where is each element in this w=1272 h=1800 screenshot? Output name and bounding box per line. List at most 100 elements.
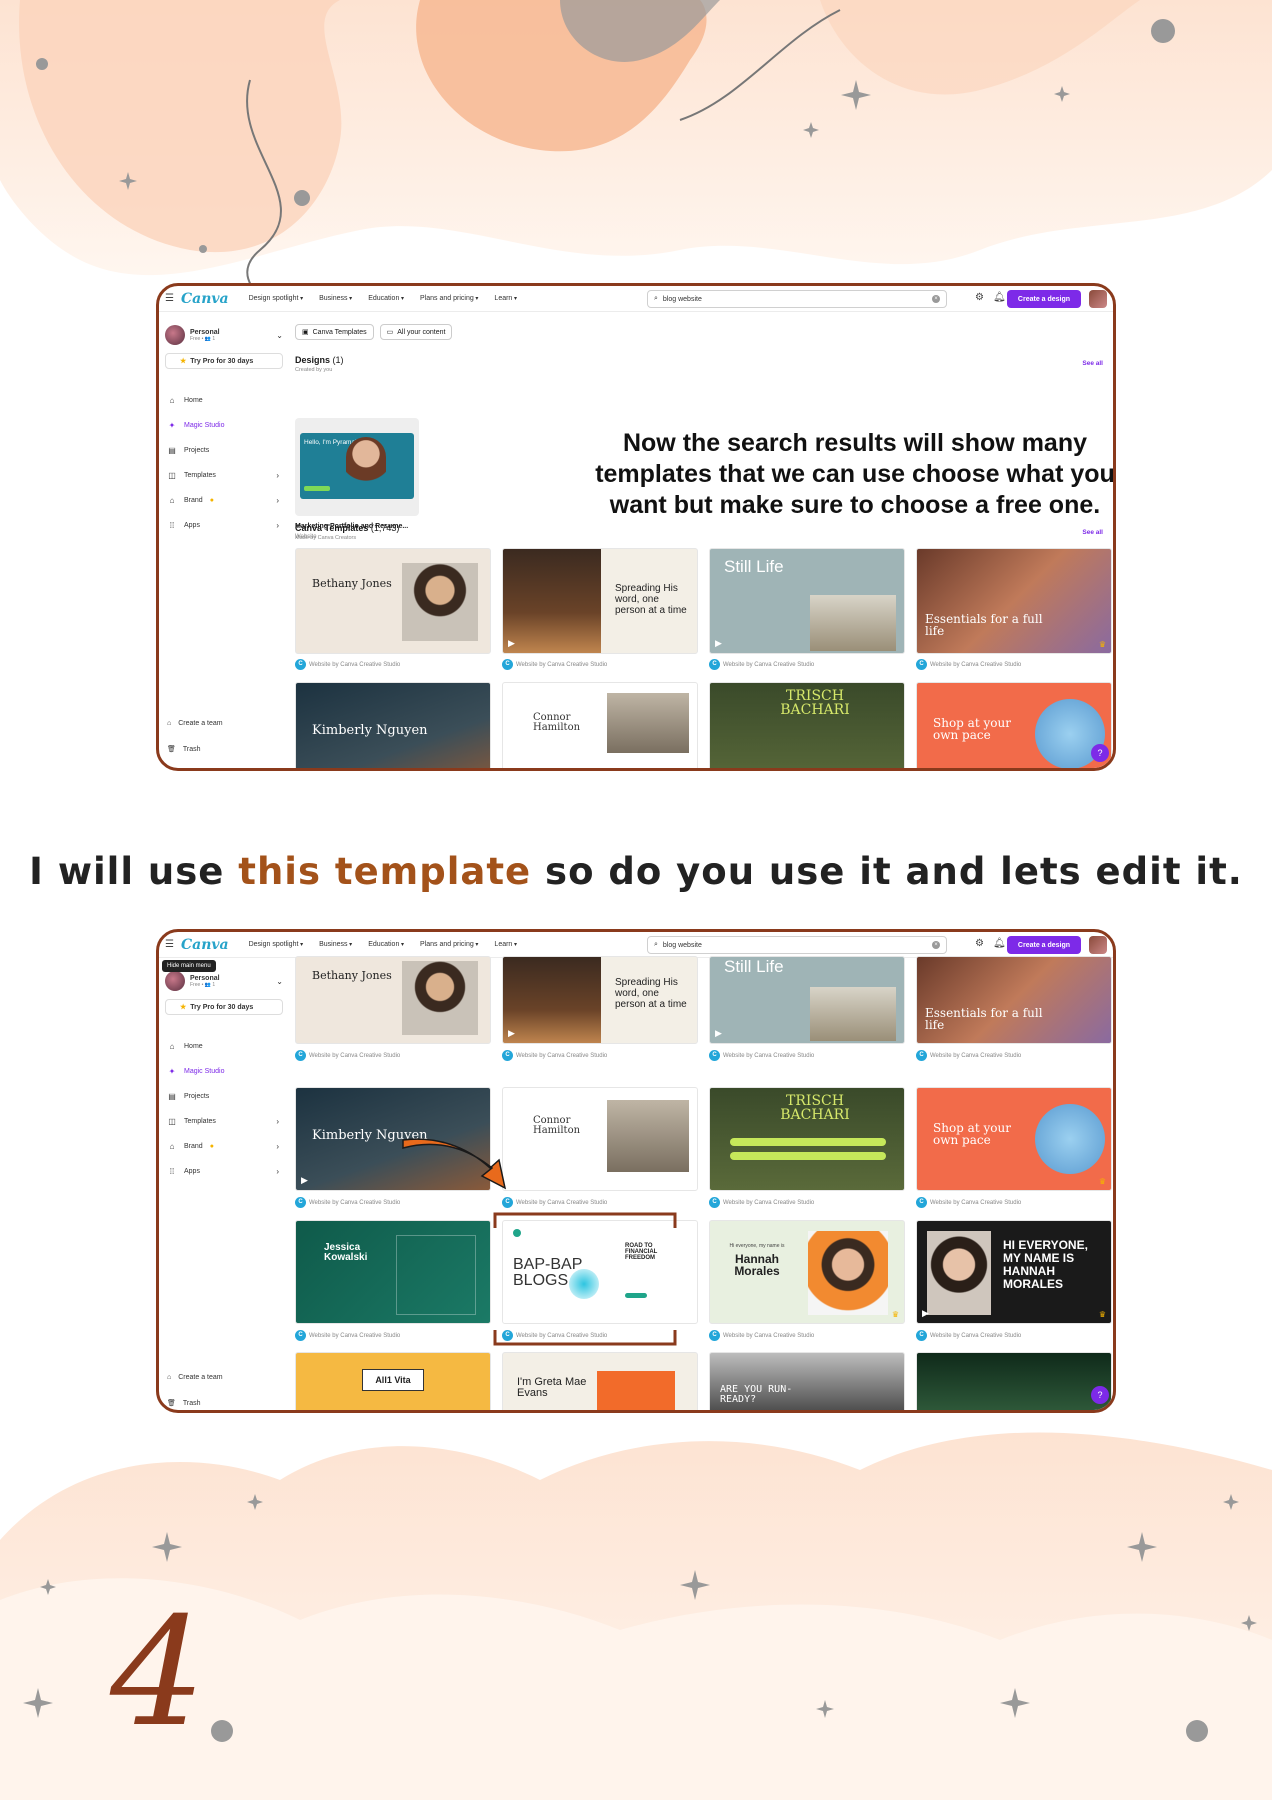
template-byline: C Website by Canva Creative Studio [502, 1330, 607, 1341]
sidebar-item-projects[interactable]: ▤ Projects [167, 438, 279, 463]
sidebar-item-templates[interactable]: ◫ Templates › [167, 463, 279, 488]
nav-learn[interactable]: Learn [494, 295, 517, 302]
byline-text: Website by Canva Creative Studio [930, 661, 1022, 668]
landscape-image [607, 1100, 689, 1172]
heading-highlight: this template [238, 850, 532, 893]
bell-icon[interactable]: 🔔︎ [993, 938, 1006, 949]
settings-icon[interactable]: ⚙ [975, 938, 984, 949]
canva-icon: C [295, 659, 306, 670]
apps-icon: ⁞⁞ [169, 521, 175, 530]
create-design-button[interactable]: Create a design [1007, 290, 1081, 308]
sidebar-item-label: Templates [184, 1118, 216, 1125]
sidebar-item-templates[interactable]: ◫ Templates › [167, 1109, 279, 1134]
template-thumbnail: Shop at your own pace [916, 682, 1112, 768]
template-thumbnail: Essentials for a full life ♛ [916, 548, 1112, 654]
sidebar-item-brand[interactable]: ⌂ Brand ● › [167, 1134, 279, 1159]
menu-icon[interactable]: ☰ [165, 293, 181, 304]
create-design-button[interactable]: Create a design [1007, 936, 1081, 954]
try-pro-label: Try Pro for 30 days [190, 1003, 254, 1011]
nav-business[interactable]: Business [319, 295, 352, 302]
canva-icon: C [295, 1330, 306, 1341]
main-content: Bethany Jones C Website by Canva Creative… [295, 956, 1113, 1410]
see-all-designs-link[interactable]: See all [1082, 360, 1103, 367]
chip-all-your-content[interactable]: ▭ All your content [379, 324, 453, 340]
image-shape [597, 1371, 675, 1410]
nav-education[interactable]: Education [368, 295, 404, 302]
try-pro-button[interactable]: ★ Try Pro for 30 days [165, 353, 283, 369]
template-thumbnail: Kimberly Nguyen [295, 682, 491, 768]
search-input[interactable]: ⌕ blog website × [647, 290, 947, 308]
logo-dot [513, 1229, 521, 1237]
heading-part2: so do you use it and lets edit it. [545, 850, 1243, 893]
template-title: Kimberly Nguyen [312, 1128, 428, 1143]
byline-text: Website by Canva Creative Studio [723, 661, 815, 668]
trash-button[interactable]: 🗑︎ Trash [167, 741, 279, 757]
nav-learn[interactable]: Learn [494, 941, 517, 948]
sidebar: Personal Free • 👥 1 ⌄ ★ Try Pro for 30 d… [159, 312, 289, 768]
sidebar-item-brand[interactable]: ⌂ Brand ● › [167, 488, 279, 513]
sidebar-item-magic-studio[interactable]: ✦ Magic Studio [167, 1059, 279, 1084]
nav-education[interactable]: Education [368, 941, 404, 948]
sparkle-icon: ✦ [168, 421, 176, 430]
canva-icon: C [916, 1197, 927, 1208]
template-title: TRISCH BACHARI [780, 1093, 850, 1123]
byline-text: Website by Canva Creative Studio [930, 1332, 1022, 1339]
search-value: blog website [662, 941, 702, 949]
sidebar-item-label: Projects [184, 1093, 210, 1100]
template-thumbnail: Jessica Kowalski [295, 1220, 491, 1324]
sidebar-item-magic-studio[interactable]: ✦ Magic Studio [167, 413, 279, 438]
sidebar-item-home[interactable]: ⌂ Home [167, 388, 279, 413]
templates-icon: ◫ [168, 471, 176, 480]
avatar[interactable] [1089, 290, 1107, 308]
clear-search-icon[interactable]: × [932, 295, 940, 303]
canva-icon: C [709, 1330, 720, 1341]
avatar[interactable] [1089, 936, 1107, 954]
bell-icon[interactable]: 🔔︎ [993, 292, 1006, 303]
sidebar-item-home[interactable]: ⌂ Home [167, 1034, 279, 1059]
help-button[interactable]: ? [1091, 1386, 1109, 1404]
account-switcher[interactable]: Personal Free • 👥 1 ⌄ [165, 322, 283, 348]
sidebar-item-apps[interactable]: ⁞⁞ Apps › [167, 1159, 279, 1184]
see-all-templates-link[interactable]: See all [1082, 529, 1103, 536]
trash-button[interactable]: 🗑︎ Trash [167, 1395, 279, 1410]
chevron-right-icon: › [276, 496, 279, 505]
template-byline: C Website by Canva Creative Studio [295, 1197, 400, 1208]
templates-title: Canva Templates [295, 523, 369, 533]
canva-screenshot-template-selection: ☰ Canva Design spotlight Business Educat… [156, 929, 1116, 1413]
menu-icon[interactable]: ☰ [165, 939, 181, 950]
canva-icon: C [709, 659, 720, 670]
canva-icon: C [916, 1330, 927, 1341]
settings-icon[interactable]: ⚙ [975, 292, 984, 303]
clear-search-icon[interactable]: × [932, 941, 940, 949]
nav-plans-pricing[interactable]: Plans and pricing [420, 295, 478, 302]
crown-icon: ♛ [1098, 1310, 1106, 1319]
nav-plans-pricing[interactable]: Plans and pricing [420, 941, 478, 948]
template-thumbnail: Hi everyone, my name is Hannah Morales ♛ [709, 1220, 905, 1324]
sidebar-nav: ⌂ Home ✦ Magic Studio ▤ Projects ◫ Templates… [167, 388, 279, 538]
nav-design-spotlight[interactable]: Design spotlight [249, 941, 304, 948]
templates-subtitle: Made by Canva Creators [295, 535, 357, 541]
sidebar-item-apps[interactable]: ⁞⁞ Apps › [167, 513, 279, 538]
nav-business[interactable]: Business [319, 941, 352, 948]
crown-icon: ★ [180, 358, 187, 365]
top-nav: Design spotlight Business Education Plan… [249, 295, 517, 302]
create-team-button[interactable]: ⌂ Create a team [167, 1369, 279, 1385]
canva-icon: C [502, 1050, 513, 1061]
nav-design-spotlight[interactable]: Design spotlight [249, 295, 304, 302]
design-card[interactable]: Hello, I'm Pyramaka [295, 418, 419, 516]
try-pro-button[interactable]: ★ Try Pro for 30 days [165, 999, 283, 1015]
template-thumbnail: TRISCH BACHARI [709, 1087, 905, 1191]
sidebar-item-projects[interactable]: ▤ Projects [167, 1084, 279, 1109]
canva-logo[interactable]: Canva [181, 937, 229, 953]
byline-text: Website by Canva Creative Studio [516, 1052, 608, 1059]
search-input[interactable]: ⌕ blog website × [647, 936, 947, 954]
chip-label: Canva Templates [312, 328, 367, 336]
help-button[interactable]: ? [1091, 744, 1109, 762]
template-thumbnail: ARE YOU RUN-READY? [709, 1352, 905, 1410]
create-team-button[interactable]: ⌂ Create a team [167, 715, 279, 731]
template-thumbnail: Shop at your own pace ♛ [916, 1087, 1112, 1191]
chip-canva-templates[interactable]: ▣ Canva Templates [295, 324, 374, 340]
bar-shape [730, 1152, 886, 1160]
canva-logo[interactable]: Canva [181, 291, 229, 307]
account-name: Personal [190, 974, 220, 982]
